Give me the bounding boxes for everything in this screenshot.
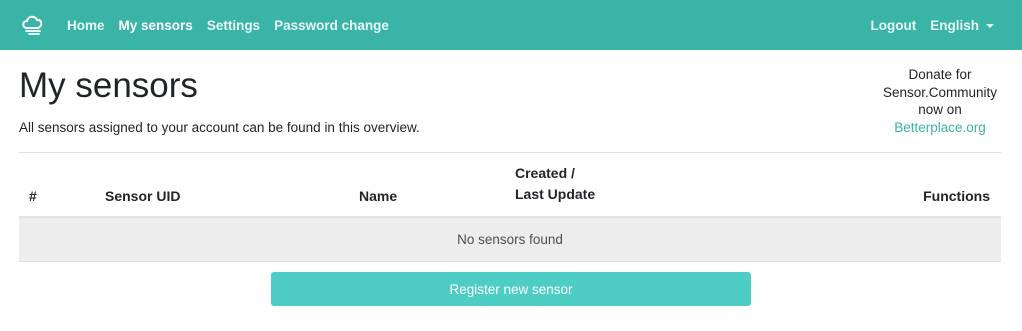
nav-link-password-change[interactable]: Password change [274,18,389,33]
language-label: English [930,17,979,33]
page-subtitle: All sensors assigned to your account can… [19,120,420,135]
donate-line-2: Sensor.Community [882,84,998,100]
nav-right: Logout English [857,0,994,50]
empty-message: No sensors found [457,232,563,247]
logout-link[interactable]: Logout [871,18,917,33]
column-header-hash: # [29,188,37,204]
column-header-created: Created / Last Update [515,163,595,205]
column-header-created-line-2: Last Update [515,186,596,202]
language-dropdown[interactable]: English [930,18,994,33]
top-navbar: Home My sensors Settings Password change… [0,0,1022,50]
register-new-sensor-button[interactable]: Register new sensor [271,272,751,306]
column-header-name: Name [359,188,398,204]
betterplace-link[interactable]: Betterplace.org [894,120,986,135]
donate-line-3: now on [918,102,962,117]
chevron-down-icon [986,23,994,28]
empty-table-row: No sensors found [19,218,1001,262]
column-header-functions: Functions [923,188,990,204]
nav-links: Home My sensors Settings Password change [67,0,403,50]
nav-link-my-sensors[interactable]: My sensors [119,18,193,33]
nav-link-settings[interactable]: Settings [207,18,260,33]
sensor-table-header: # Sensor UID Name Created / Last Update … [19,153,1001,218]
donate-box: Donate for Sensor.Community now on Bette… [875,66,1005,136]
page-title: My sensors [19,66,198,105]
column-header-sensor-uid: Sensor UID [105,188,181,204]
column-header-created-line-1: Created / [515,165,575,181]
cloud-logo-icon[interactable] [20,13,46,37]
donate-line-1: Donate for [908,67,972,82]
nav-link-home[interactable]: Home [67,18,105,33]
